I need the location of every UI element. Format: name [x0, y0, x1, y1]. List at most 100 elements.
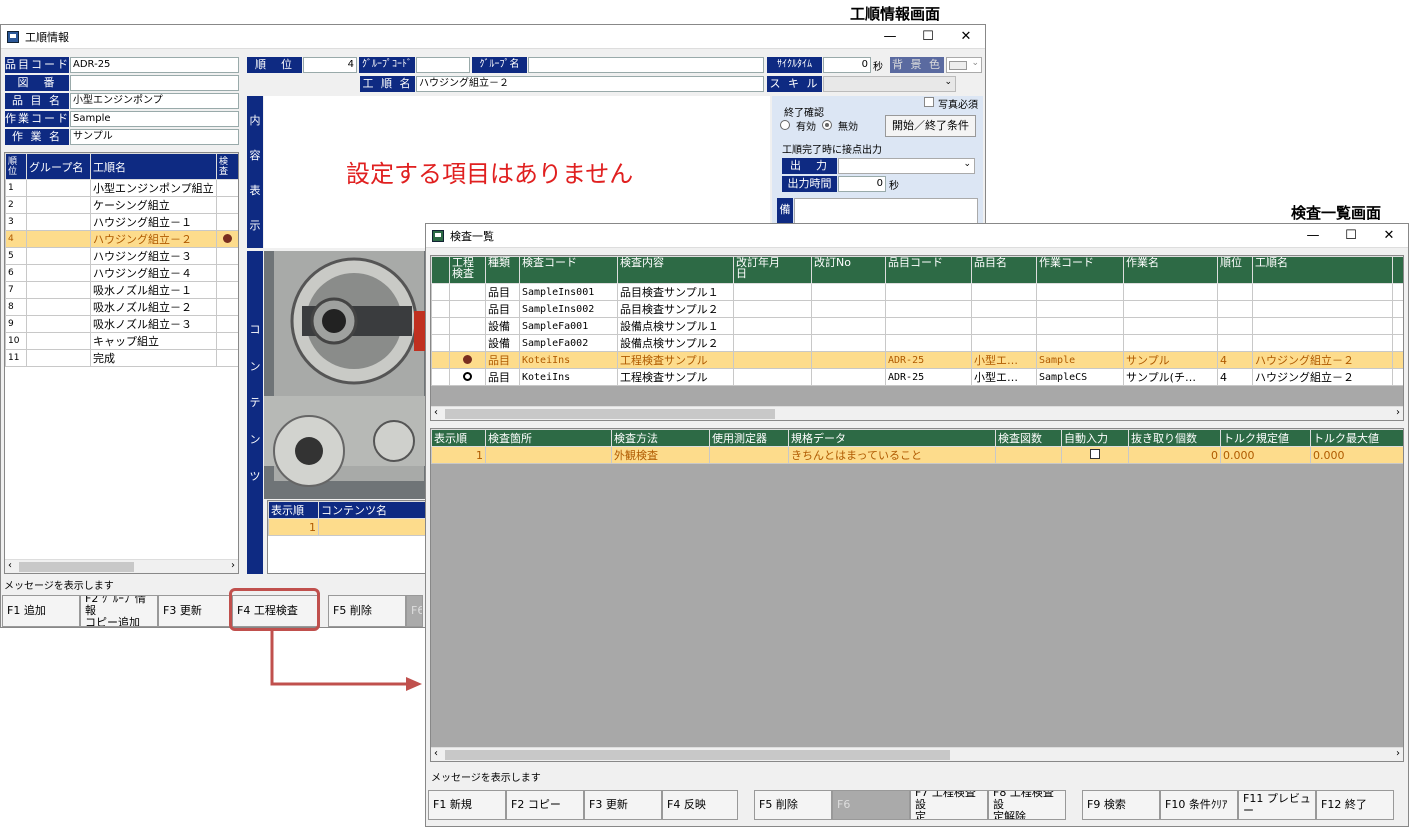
- fkey-11-button[interactable]: F11 プレビュー: [1238, 790, 1316, 820]
- detail-col-0[interactable]: 表示順: [431, 429, 486, 447]
- detail-col-7[interactable]: 抜き取り個数: [1128, 429, 1221, 447]
- detail-col-8[interactable]: トルク規定値: [1220, 429, 1311, 447]
- fkey-6-button[interactable]: F6: [406, 595, 423, 627]
- skill-select[interactable]: ⌄: [823, 76, 956, 92]
- fkey-4-button[interactable]: F4 反映: [662, 790, 738, 820]
- col-kensa[interactable]: 検査: [216, 153, 238, 180]
- fkey-10-button[interactable]: F10 条件ｸﾘｱ: [1160, 790, 1238, 820]
- zuban-field[interactable]: [70, 75, 239, 91]
- fkey-7-button[interactable]: F7 工程検査設 定: [910, 790, 988, 820]
- col-group[interactable]: グループ名: [26, 153, 91, 180]
- fkey-5-button[interactable]: F5 削除: [328, 595, 406, 627]
- detail-col-5[interactable]: 検査図数: [995, 429, 1062, 447]
- bg-color-picker[interactable]: ⌄: [946, 57, 982, 73]
- auto-input-checkbox[interactable]: [1090, 448, 1100, 459]
- detail-col-3[interactable]: 使用測定器: [709, 429, 789, 447]
- kensa-detail-hscroll[interactable]: ‹ ›: [431, 747, 1403, 761]
- table-row[interactable]: 品目 KoteiIns 工程検査サンプル ADR-25 小型エ… Sample サンプル 4 ハ…: [431, 351, 1403, 369]
- table-row[interactable]: 品目 KoteiIns 工程検査サンプル ADR-25 小型エ… SampleCS サンプル…: [431, 368, 1403, 386]
- list-item[interactable]: 1: [268, 518, 426, 536]
- list-item[interactable]: 1 小型エンジンポンプ組立: [5, 179, 238, 197]
- list-item[interactable]: 5 ハウジング組立－３: [5, 247, 238, 265]
- col-0[interactable]: 工程 検査: [449, 256, 486, 284]
- detail-col-1[interactable]: 検査箇所: [485, 429, 612, 447]
- col-3[interactable]: 検査内容: [617, 256, 734, 284]
- col-koujun[interactable]: 工順名: [90, 153, 217, 180]
- list-item[interactable]: 8 吸水ノズル組立－２: [5, 298, 238, 316]
- maximize-icon[interactable]: ☐: [909, 25, 947, 49]
- detail-col-9[interactable]: トルク最大値: [1310, 429, 1403, 447]
- table-row[interactable]: 設備 SampleFa001 設備点検サンプル１: [431, 317, 1403, 335]
- col-4[interactable]: 改訂年月 日: [733, 256, 812, 284]
- fkey-1-button[interactable]: F1 追加: [2, 595, 80, 627]
- list-item[interactable]: 3 ハウジング組立－１: [5, 213, 238, 231]
- output-time-field[interactable]: 0: [838, 176, 886, 192]
- juni-field[interactable]: 4: [303, 57, 357, 73]
- col-selector[interactable]: [431, 256, 450, 284]
- koujun-name-field[interactable]: ハウジング組立－２: [416, 76, 764, 92]
- fkey-3-button[interactable]: F3 更新: [158, 595, 232, 627]
- scroll-right-icon[interactable]: ›: [1396, 748, 1400, 759]
- row-selector[interactable]: [431, 334, 450, 352]
- row-selector[interactable]: [431, 351, 450, 369]
- hinmoku-code-field[interactable]: ADR-25: [70, 57, 239, 73]
- col-1[interactable]: 種類: [485, 256, 520, 284]
- list-item[interactable]: 11 完成: [5, 349, 238, 367]
- list-item[interactable]: 4 ハウジング組立－２: [5, 230, 238, 248]
- table-row[interactable]: 品目 SampleIns001 品目検査サンプル１: [431, 283, 1403, 301]
- scroll-right-icon[interactable]: ›: [1396, 407, 1400, 418]
- hinmoku-name-field[interactable]: 小型エンジンポンプ: [70, 93, 239, 109]
- list-item[interactable]: 10 キャップ組立: [5, 332, 238, 350]
- close-icon[interactable]: ✕: [1370, 224, 1408, 248]
- col-2[interactable]: 検査コード: [519, 256, 618, 284]
- list-item[interactable]: 9 吸水ノズル組立－３: [5, 315, 238, 333]
- sagyo-code-field[interactable]: Sample: [70, 111, 239, 127]
- col-contents-order[interactable]: 表示順: [268, 501, 319, 519]
- fkey-12-button[interactable]: F12 終了: [1316, 790, 1394, 820]
- list-item[interactable]: 6 ハウジング組立－４: [5, 264, 238, 282]
- fkey-2-button[interactable]: F2 コピー: [506, 790, 584, 820]
- col-juni[interactable]: 順位: [5, 153, 27, 180]
- kensa-list-hscroll[interactable]: ‹ ›: [431, 406, 1403, 420]
- fkey-9-button[interactable]: F9 検索: [1082, 790, 1160, 820]
- row-selector[interactable]: [431, 317, 450, 335]
- detail-col-2[interactable]: 検査方法: [611, 429, 710, 447]
- maximize-icon[interactable]: ☐: [1332, 224, 1370, 248]
- fkey-2-button[interactable]: F2 ｸﾞﾙｰﾌﾟ情報 コピー追加: [80, 595, 158, 627]
- row-selector[interactable]: [431, 283, 450, 301]
- group-name-field[interactable]: [528, 57, 764, 73]
- scroll-left-icon[interactable]: ‹: [434, 748, 438, 759]
- list-item[interactable]: 2 ケーシング組立: [5, 196, 238, 214]
- radio-disabled[interactable]: [822, 120, 832, 130]
- col-contents-name[interactable]: コンテンツ名: [318, 501, 426, 519]
- fkey-3-button[interactable]: F3 更新: [584, 790, 662, 820]
- col-7[interactable]: 品目名: [971, 256, 1037, 284]
- col-8[interactable]: 作業コード: [1036, 256, 1124, 284]
- radio-enabled[interactable]: [780, 120, 790, 130]
- photo-required-checkbox[interactable]: [924, 97, 934, 107]
- scroll-left-icon[interactable]: ‹: [434, 407, 438, 418]
- detail-col-4[interactable]: 規格データ: [788, 429, 996, 447]
- minimize-icon[interactable]: —: [1294, 224, 1332, 248]
- group-code-field[interactable]: [416, 57, 470, 73]
- sagyo-name-field[interactable]: サンプル: [70, 129, 239, 145]
- output-select[interactable]: ⌄: [838, 158, 975, 174]
- start-end-condition-button[interactable]: 開始／終了条件: [885, 115, 976, 137]
- col-11[interactable]: 工順名: [1252, 256, 1393, 284]
- minimize-icon[interactable]: —: [871, 25, 909, 49]
- table-row[interactable]: 設備 SampleFa002 設備点検サンプル２: [431, 334, 1403, 352]
- row-selector[interactable]: [431, 300, 450, 318]
- detail-col-6[interactable]: 自動入力: [1061, 429, 1129, 447]
- scroll-left-icon[interactable]: ‹: [8, 560, 12, 571]
- fkey-8-button[interactable]: F8 工程検査設 定解除: [988, 790, 1066, 820]
- table-row[interactable]: 1 外観検査 きちんとはまっていること 0 0.000 0.000: [431, 446, 1403, 464]
- fkey-5-button[interactable]: F5 削除: [754, 790, 832, 820]
- col-9[interactable]: 作業名: [1123, 256, 1218, 284]
- col-5[interactable]: 改訂No: [811, 256, 886, 284]
- close-icon[interactable]: ✕: [947, 25, 985, 49]
- fkey-1-button[interactable]: F1 新規: [428, 790, 506, 820]
- cycle-field[interactable]: 0: [823, 57, 871, 73]
- list-item[interactable]: 7 吸水ノズル組立－１: [5, 281, 238, 299]
- scroll-right-icon[interactable]: ›: [231, 560, 235, 571]
- fkey-6-button[interactable]: F6: [832, 790, 910, 820]
